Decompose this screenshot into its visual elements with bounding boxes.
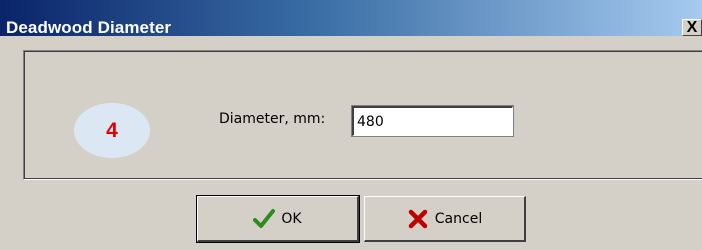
checkmark-icon xyxy=(253,208,276,228)
cancel-button-label: Cancel xyxy=(434,210,483,227)
diameter-input[interactable] xyxy=(351,105,514,137)
step-number: 4 xyxy=(106,118,118,142)
close-icon: X xyxy=(686,18,698,36)
ok-button[interactable]: OK xyxy=(196,195,360,243)
ok-button-label: OK xyxy=(281,210,302,227)
step-number-badge: 4 xyxy=(74,103,150,158)
title-bar[interactable]: Deadwood Diameter X xyxy=(0,0,702,37)
x-cross-icon xyxy=(408,209,428,228)
close-button[interactable]: X xyxy=(682,19,702,36)
cancel-button[interactable]: Cancel xyxy=(364,196,526,242)
window-left-edge xyxy=(0,36,11,250)
diameter-label: Diameter, mm: xyxy=(219,111,326,127)
deadwood-diameter-dialog: Deadwood Diameter X 4 Diameter, mm: OK C… xyxy=(0,0,702,250)
dialog-title: Deadwood Diameter xyxy=(6,18,172,37)
